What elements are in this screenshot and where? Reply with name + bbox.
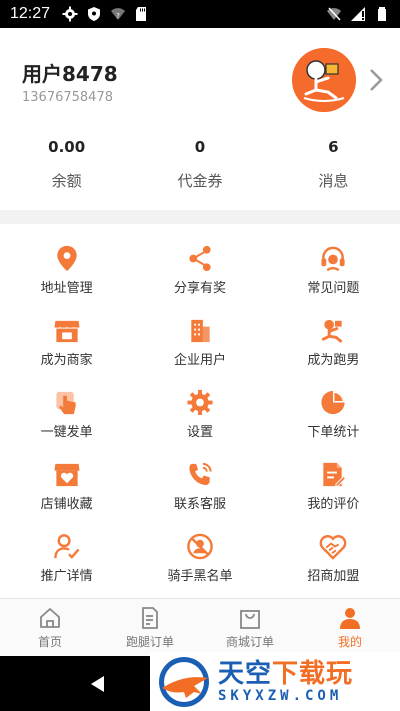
menu-item-label: 分享有奖: [173, 281, 226, 296]
watermark-title-orange: 下载玩: [272, 658, 354, 689]
stat-value: 6: [328, 138, 339, 156]
svg-text:?: ?: [116, 12, 120, 20]
menu-item-become-runner[interactable]: 成为跑男: [267, 296, 400, 368]
avatar[interactable]: [292, 48, 356, 112]
watermark-sub: SKYXZW.COM: [218, 687, 343, 704]
menu-grid: 地址管理 分享有奖 常见问题 成为商家 企业用户 成为跑男 一键发单 设置 下单…: [0, 224, 400, 598]
storefront-icon: [53, 320, 80, 343]
menu-item-label: 设置: [186, 425, 213, 440]
wifi-off-icon: [327, 7, 341, 21]
menu-item-shop-favorites[interactable]: 店铺收藏: [0, 440, 133, 512]
menu-item-faq[interactable]: 常见问题: [267, 224, 400, 296]
menu-item-label: 地址管理: [40, 281, 93, 296]
menu-item-franchise[interactable]: 招商加盟: [267, 512, 400, 584]
home-icon: [40, 607, 60, 628]
tab-label: 跑腿订单: [125, 634, 174, 649]
menu-item-become-merchant[interactable]: 成为商家: [0, 296, 133, 368]
menu-item-label: 推广详情: [40, 569, 93, 584]
user-block-icon: [187, 533, 213, 560]
stat-balance[interactable]: 0.00 余额: [0, 138, 133, 191]
back-triangle-icon[interactable]: [88, 674, 108, 694]
menu-item-label: 招商加盟: [307, 569, 360, 584]
phone-call-icon: [189, 462, 212, 486]
menu-item-label: 企业用户: [173, 353, 226, 368]
menu-item-promotion[interactable]: 推广详情: [0, 512, 133, 584]
menu-item-address[interactable]: 地址管理: [0, 224, 133, 296]
tap-icon: [56, 391, 76, 415]
menu-item-order-stats[interactable]: 下单统计: [267, 368, 400, 440]
menu-item-label: 店铺收藏: [40, 497, 93, 512]
shop-favorite-icon: [54, 463, 80, 487]
user-check-icon: [53, 534, 80, 559]
tab-mall-orders[interactable]: 商城订单: [200, 599, 300, 656]
menu-item-my-reviews[interactable]: 我的评价: [267, 440, 400, 512]
menu-item-label: 成为跑男: [307, 353, 360, 368]
watermark: 天空下载玩 SKYXZW.COM: [150, 652, 400, 711]
settings-status-icon: [62, 6, 78, 22]
menu-item-label: 我的评价: [307, 497, 360, 512]
menu-item-share[interactable]: 分享有奖: [133, 224, 266, 296]
shopping-bag-icon: [240, 609, 260, 629]
stat-label: 消息: [318, 172, 349, 190]
order-icon: [142, 606, 158, 629]
tab-errand-orders[interactable]: 跑腿订单: [100, 599, 200, 656]
menu-item-label: 联系客服: [173, 497, 226, 512]
tab-label: 首页: [37, 634, 62, 649]
pie-chart-icon: [321, 390, 345, 415]
menu-item-contact-service[interactable]: 联系客服: [133, 440, 266, 512]
person-icon: [340, 607, 360, 629]
share-icon: [189, 245, 211, 272]
bottom-tab-bar: 首页 跑腿订单 商城订单 我的: [0, 598, 400, 656]
shield-status-icon: [88, 7, 101, 21]
status-bar: 12:27 ?: [0, 0, 400, 28]
headset-icon: [321, 246, 345, 272]
menu-item-rider-blacklist[interactable]: 骑手黑名单: [133, 512, 266, 584]
status-time: 12:27: [10, 5, 51, 22]
runner-avatar-icon: [292, 48, 356, 112]
watermark-title-blue: 天空: [218, 658, 273, 689]
stat-value: 0.00: [48, 138, 86, 156]
stat-label: 代金券: [177, 172, 223, 190]
chevron-right-icon[interactable]: [366, 66, 386, 94]
sd-card-icon: [136, 7, 147, 21]
stat-label: 余额: [51, 172, 82, 190]
tab-label: 我的: [337, 634, 362, 649]
building-icon: [191, 319, 210, 343]
signal-icon: [351, 7, 365, 21]
battery-icon: [378, 7, 386, 21]
menu-item-label: 成为商家: [40, 353, 93, 368]
stat-messages[interactable]: 6 消息: [267, 138, 400, 191]
menu-item-label: 常见问题: [307, 281, 360, 296]
stats-row: 0.00 余额 0 代金券 6 消息: [0, 138, 400, 191]
user-name: 用户8478: [22, 62, 118, 86]
tab-label: 商城订单: [225, 634, 274, 649]
menu-item-settings[interactable]: 设置: [133, 368, 266, 440]
menu-item-label: 下单统计: [307, 425, 360, 440]
gear-icon: [187, 389, 213, 416]
location-pin-icon: [56, 245, 77, 272]
stat-value: 0: [194, 138, 206, 156]
wifi-question-icon: ?: [111, 8, 126, 20]
tab-mine[interactable]: 我的: [300, 599, 400, 656]
watermark-logo-icon: [159, 656, 209, 707]
menu-item-label: 一键发单: [40, 425, 93, 440]
menu-item-enterprise[interactable]: 企业用户: [133, 296, 266, 368]
review-doc-icon: [323, 462, 347, 487]
handshake-icon: [319, 535, 347, 560]
tab-home[interactable]: 首页: [0, 599, 100, 656]
user-phone: 13676758478: [22, 90, 113, 105]
profile-header[interactable]: 用户8478 13676758478 0.00 余额 0 代金券 6 消息: [0, 28, 400, 210]
menu-item-label: 骑手黑名单: [167, 569, 233, 584]
stat-coupons[interactable]: 0 代金券: [133, 138, 266, 191]
runner-icon: [322, 319, 343, 343]
menu-item-quick-order[interactable]: 一键发单: [0, 368, 133, 440]
